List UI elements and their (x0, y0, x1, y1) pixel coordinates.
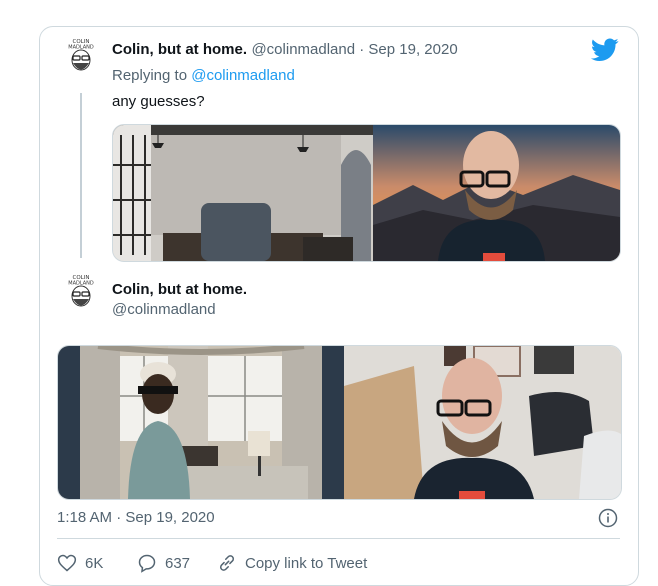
tweet1-display-name[interactable]: Colin, but at home. (112, 41, 247, 58)
tweet1-date[interactable]: Sep 19, 2020 (368, 41, 457, 58)
copy-link-button[interactable]: Copy link to Tweet (217, 553, 367, 573)
tweet-timestamp[interactable]: 1:18 AM · Sep 19, 2020 (57, 509, 215, 526)
reply-count: 637 (165, 554, 191, 572)
tweet-actions: 6K 637 Copy link to Tweet (57, 551, 367, 575)
replying-to-handle[interactable]: @colinmadland (191, 67, 295, 84)
replying-to: Replying to @colinmadland (112, 67, 295, 84)
tweet2-handle[interactable]: @colinmadland (112, 301, 216, 318)
media1-room-image[interactable] (113, 125, 373, 261)
avatar[interactable]: COLIN MADLAND (62, 36, 100, 76)
link-icon (219, 555, 235, 571)
media1-colin-image[interactable] (373, 125, 620, 261)
tweet2-display-name[interactable]: Colin, but at home. (112, 281, 247, 298)
like-count: 6K (85, 554, 104, 572)
thread-connector (80, 93, 82, 258)
twitter-bird-icon[interactable] (591, 38, 619, 62)
copy-link-label: Copy link to Tweet (245, 554, 368, 572)
tweet2-media[interactable] (57, 345, 622, 500)
tweet1-text: any guesses? (112, 93, 205, 110)
media2-living-room-image[interactable] (58, 346, 344, 499)
replying-prefix: Replying to (112, 67, 192, 84)
info-icon[interactable] (598, 508, 618, 528)
tweet1-header: Colin, but at home. @colinmadland · Sep … (112, 41, 458, 59)
tweet1-handle[interactable]: @colinmadland (251, 41, 355, 58)
speech-bubble-icon (138, 554, 156, 573)
divider (57, 538, 620, 539)
tweet1-separator: · (355, 41, 369, 58)
avatar[interactable]: COLIN MADLAND (62, 272, 100, 312)
tweet1-media[interactable] (112, 124, 621, 262)
media2-colin-image[interactable] (344, 346, 621, 499)
like-button[interactable]: 6K (57, 553, 137, 573)
heart-icon (57, 554, 77, 572)
reply-button[interactable]: 637 (137, 553, 217, 573)
